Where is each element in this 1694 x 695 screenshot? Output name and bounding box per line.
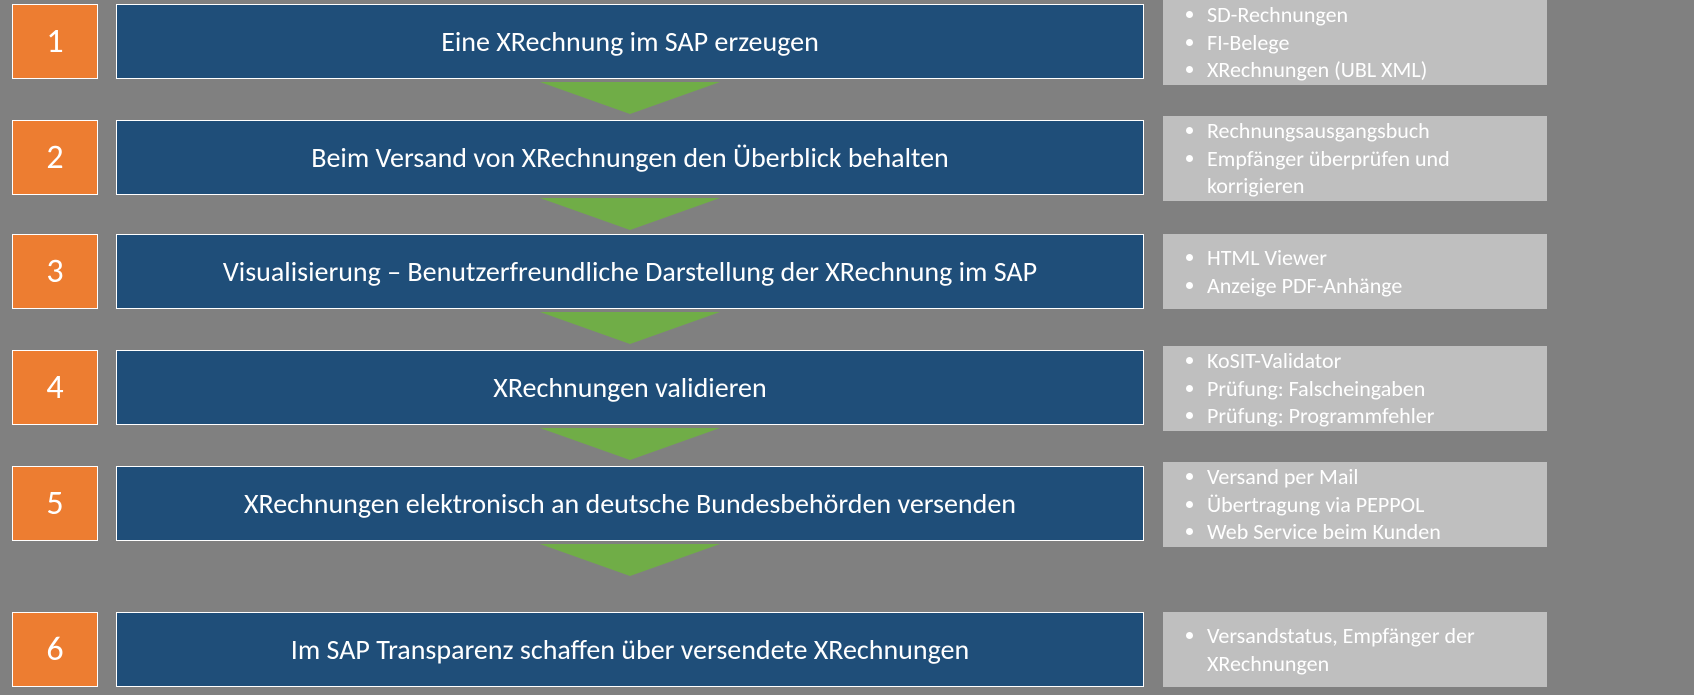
detail-item: Versandstatus, Empfänger der XRechnungen bbox=[1207, 622, 1537, 677]
detail-item: XRechnungen (UBL XML) bbox=[1207, 56, 1537, 84]
detail-list: RechnungsausgangsbuchEmpfänger überprüfe… bbox=[1173, 117, 1537, 200]
detail-list: SD-RechnungenFI-BelegeXRechnungen (UBL X… bbox=[1173, 1, 1537, 84]
step-title-5: XRechnungen elektronisch an deutsche Bun… bbox=[116, 466, 1144, 541]
step-number-5: 5 bbox=[12, 466, 98, 541]
chevron-down-icon bbox=[540, 428, 720, 460]
detail-list: HTML ViewerAnzeige PDF-Anhänge bbox=[1173, 244, 1537, 299]
detail-item: SD-Rechnungen bbox=[1207, 1, 1537, 29]
detail-item: Empfänger überprüfen und korrigieren bbox=[1207, 145, 1537, 200]
step-title-2: Beim Versand von XRechnungen den Überbli… bbox=[116, 120, 1144, 195]
detail-item: Rechnungsausgangsbuch bbox=[1207, 117, 1537, 145]
step-title-1: Eine XRechnung im SAP erzeugen bbox=[116, 4, 1144, 79]
step-number-2: 2 bbox=[12, 120, 98, 195]
step-details-1: SD-RechnungenFI-BelegeXRechnungen (UBL X… bbox=[1163, 0, 1547, 85]
step-title-text: Beim Versand von XRechnungen den Überbli… bbox=[311, 140, 949, 175]
chevron-down-icon bbox=[540, 198, 720, 230]
step-number-4: 4 bbox=[12, 350, 98, 425]
step-details-5: Versand per MailÜbertragung via PEPPOLWe… bbox=[1163, 462, 1547, 547]
step-title-text: Im SAP Transparenz schaffen über versend… bbox=[291, 632, 969, 667]
detail-item: HTML Viewer bbox=[1207, 244, 1537, 272]
detail-item: Prüfung: Programmfehler bbox=[1207, 402, 1537, 430]
detail-list: Versandstatus, Empfänger der XRechnungen bbox=[1173, 622, 1537, 677]
detail-item: Anzeige PDF-Anhänge bbox=[1207, 272, 1537, 300]
detail-item: FI-Belege bbox=[1207, 29, 1537, 57]
process-diagram: 1 Eine XRechnung im SAP erzeugen SD-Rechnu… bbox=[0, 0, 1694, 695]
detail-list: KoSIT-ValidatorPrüfung: FalscheingabenPr… bbox=[1173, 347, 1537, 430]
step-title-6: Im SAP Transparenz schaffen über versend… bbox=[116, 612, 1144, 687]
step-title-text: XRechnungen elektronisch an deutsche Bun… bbox=[244, 486, 1016, 521]
step-title-text: Visualisierung – Benutzerfreundliche Dar… bbox=[223, 254, 1037, 289]
step-title-text: Eine XRechnung im SAP erzeugen bbox=[441, 24, 819, 59]
step-details-3: HTML ViewerAnzeige PDF-Anhänge bbox=[1163, 234, 1547, 309]
step-title-3: Visualisierung – Benutzerfreundliche Dar… bbox=[116, 234, 1144, 309]
detail-item: Übertragung via PEPPOL bbox=[1207, 491, 1537, 519]
detail-list: Versand per MailÜbertragung via PEPPOLWe… bbox=[1173, 463, 1537, 546]
step-title-4: XRechnungen validieren bbox=[116, 350, 1144, 425]
step-number-1: 1 bbox=[12, 4, 98, 79]
chevron-down-icon bbox=[540, 544, 720, 576]
step-number-3: 3 bbox=[12, 234, 98, 309]
detail-item: Web Service beim Kunden bbox=[1207, 518, 1537, 546]
step-title-text: XRechnungen validieren bbox=[493, 370, 766, 405]
detail-item: Versand per Mail bbox=[1207, 463, 1537, 491]
step-details-2: RechnungsausgangsbuchEmpfänger überprüfe… bbox=[1163, 116, 1547, 201]
step-details-6: Versandstatus, Empfänger der XRechnungen bbox=[1163, 612, 1547, 687]
step-details-4: KoSIT-ValidatorPrüfung: FalscheingabenPr… bbox=[1163, 346, 1547, 431]
detail-item: Prüfung: Falscheingaben bbox=[1207, 375, 1537, 403]
detail-item: KoSIT-Validator bbox=[1207, 347, 1537, 375]
step-number-6: 6 bbox=[12, 612, 98, 687]
chevron-down-icon bbox=[540, 82, 720, 114]
chevron-down-icon bbox=[540, 312, 720, 344]
